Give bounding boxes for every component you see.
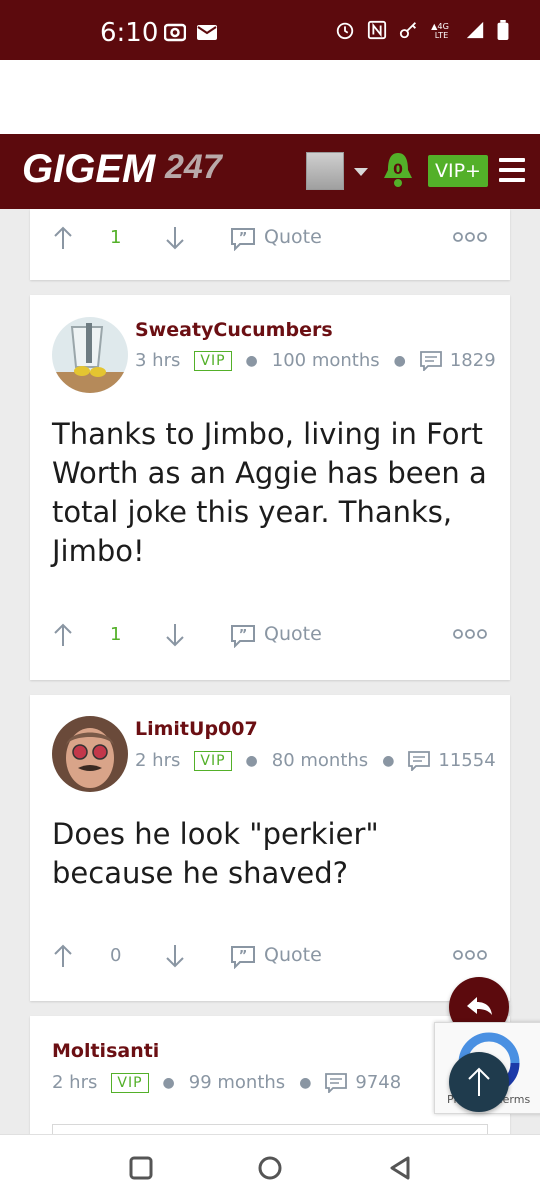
notification-count: 0 xyxy=(393,162,403,178)
post-meta: 2 hrs VIP ● 80 months ● 11554 xyxy=(135,750,496,771)
vote-count: 0 xyxy=(110,945,122,966)
chevron-down-icon[interactable] xyxy=(354,168,368,176)
post-actions: 1 ” Quote xyxy=(30,620,510,650)
username[interactable]: SweatyCucumbers xyxy=(135,319,333,341)
post-time: 2 hrs xyxy=(135,750,181,771)
gigem247-logo[interactable]: GIGEM 247 xyxy=(22,146,272,196)
message-count-icon xyxy=(325,1072,348,1093)
username[interactable]: LimitUp007 xyxy=(135,718,258,740)
more-options-icon[interactable] xyxy=(453,231,487,243)
vip-badge: VIP xyxy=(111,1072,149,1093)
signal-icon xyxy=(466,21,484,39)
vote-count: 1 xyxy=(110,227,122,248)
message-count-icon xyxy=(419,350,442,371)
quote-button[interactable]: Quote xyxy=(264,623,322,645)
svg-text:”: ” xyxy=(239,628,248,643)
upvote-arrow-icon[interactable] xyxy=(52,943,74,969)
svg-text:GIGEM: GIGEM xyxy=(22,147,157,191)
menu-icon[interactable] xyxy=(499,158,525,182)
svg-text:”: ” xyxy=(239,231,248,246)
alarm-icon xyxy=(336,22,354,40)
status-time: 6:10 xyxy=(100,18,159,48)
post-count: 11554 xyxy=(438,750,496,771)
upvote-arrow-icon[interactable] xyxy=(52,622,74,648)
back-icon[interactable] xyxy=(385,1153,415,1183)
svg-text:247: 247 xyxy=(164,148,224,186)
quote-icon[interactable]: ” xyxy=(230,945,256,969)
browser-blank-area xyxy=(0,60,540,134)
quote-button[interactable]: Quote xyxy=(264,226,322,248)
nfc-icon xyxy=(367,20,387,40)
quote-icon[interactable]: ” xyxy=(230,227,256,251)
post-card: 1 ” Quote xyxy=(30,209,510,280)
camera-notification-icon xyxy=(164,23,186,42)
upvote-arrow-icon[interactable] xyxy=(52,225,74,251)
post-card: SweatyCucumbers 3 hrs VIP ● 100 months ●… xyxy=(30,295,510,680)
avatar[interactable] xyxy=(52,716,128,792)
post-actions: 1 ” Quote xyxy=(30,223,510,253)
arrow-up-icon xyxy=(468,1067,490,1096)
post-card: LimitUp007 2 hrs VIP ● 80 months ● 11554… xyxy=(30,695,510,1001)
mail-notification-icon xyxy=(197,25,217,40)
vote-count: 1 xyxy=(110,624,122,645)
home-icon[interactable] xyxy=(255,1153,285,1183)
svg-text:”: ” xyxy=(239,949,248,964)
battery-icon xyxy=(497,20,509,40)
post-body: Thanks to Jimbo, living in Fort Worth as… xyxy=(52,417,487,568)
member-tenure: 100 months xyxy=(271,350,380,371)
svg-text:LTE: LTE xyxy=(435,30,449,40)
member-tenure: 80 months xyxy=(271,750,369,771)
post-time: 2 hrs xyxy=(52,1072,98,1093)
recents-icon[interactable] xyxy=(126,1153,156,1183)
system-status-bar: 6:10 ▲4G LTE xyxy=(0,0,540,60)
avatar[interactable] xyxy=(52,317,128,393)
downvote-arrow-icon[interactable] xyxy=(164,943,186,969)
quote-button[interactable]: Quote xyxy=(264,944,322,966)
vip-badge: VIP xyxy=(194,750,232,771)
username[interactable]: Moltisanti xyxy=(52,1040,159,1062)
more-options-icon[interactable] xyxy=(453,628,487,640)
quote-icon[interactable]: ” xyxy=(230,624,256,648)
post-count: 1829 xyxy=(449,350,496,371)
post-meta: 3 hrs VIP ● 100 months ● 1829 xyxy=(135,350,496,371)
post-time: 3 hrs xyxy=(135,350,181,371)
vip-plus-button[interactable]: VIP+ xyxy=(428,155,488,187)
post-actions: 0 ” Quote xyxy=(30,941,510,971)
post-body: Does he look "perkier" because he shaved… xyxy=(52,817,379,890)
downvote-arrow-icon[interactable] xyxy=(164,225,186,251)
network-4g-icon: ▲4GLTE xyxy=(431,21,449,40)
notification-bell-icon[interactable]: 0 xyxy=(380,150,416,190)
post-count: 9748 xyxy=(355,1072,402,1093)
message-count-icon xyxy=(408,750,431,771)
vpn-key-icon xyxy=(399,22,417,39)
more-options-icon[interactable] xyxy=(453,949,487,961)
vip-badge: VIP xyxy=(194,350,232,371)
scroll-to-top-button[interactable] xyxy=(449,1052,509,1112)
account-avatar[interactable] xyxy=(306,152,344,190)
member-tenure: 99 months xyxy=(188,1072,286,1093)
system-navigation-bar xyxy=(0,1134,540,1200)
downvote-arrow-icon[interactable] xyxy=(164,622,186,648)
post-meta: 2 hrs VIP ● 99 months ● 9748 xyxy=(52,1072,402,1093)
